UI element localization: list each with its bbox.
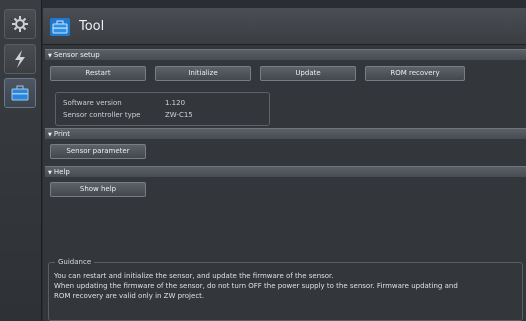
guidance-line-1: You can restart and initialize the senso… xyxy=(54,272,334,280)
collapse-arrow-icon: ▼ xyxy=(48,132,52,138)
rom-recovery-button[interactable]: ROM recovery xyxy=(365,66,465,81)
section-title: Print xyxy=(53,130,70,138)
guidance-box: Guidance You can restart and initialize … xyxy=(48,258,523,321)
guidance-title: Guidance xyxy=(55,258,95,266)
software-version-value: 1.120 xyxy=(165,99,186,107)
collapse-arrow-icon: ▼ xyxy=(48,53,52,59)
guidance-line-2: When updating the firmware of the sensor… xyxy=(54,282,458,290)
controller-type-row: Sensor controller type ZW-C15 xyxy=(63,111,193,119)
collapse-arrow-icon: ▼ xyxy=(48,170,52,176)
tool-panel: Tool ▼ Sensor setup Restart Initialize Up… xyxy=(43,8,526,321)
toolbox-icon xyxy=(50,18,70,36)
section-title: Sensor setup xyxy=(53,51,100,59)
guidance-line-3: ROM recovery are valid only in ZW projec… xyxy=(54,292,205,300)
controller-type-value: ZW-C15 xyxy=(165,111,193,119)
controller-type-label: Sensor controller type xyxy=(63,111,141,119)
gear-icon xyxy=(12,16,28,32)
sidebar-item-tool[interactable] xyxy=(4,78,36,108)
page-title: Tool xyxy=(79,19,105,34)
toolbox-icon xyxy=(11,85,29,101)
title-bar: Tool xyxy=(43,8,526,45)
software-version-row: Software version 1.120 xyxy=(63,99,185,107)
lightning-icon xyxy=(15,50,25,68)
sidebar-item-settings[interactable] xyxy=(4,9,36,39)
software-version-label: Software version xyxy=(63,99,122,107)
section-title: Help xyxy=(53,168,70,176)
left-sidebar xyxy=(0,0,42,321)
section-header-sensor-setup[interactable]: ▼ Sensor setup xyxy=(45,49,526,60)
sensor-parameter-button[interactable]: Sensor parameter xyxy=(50,144,146,159)
restart-button[interactable]: Restart xyxy=(50,66,146,81)
show-help-button[interactable]: Show help xyxy=(50,182,146,197)
guidance-divider xyxy=(93,262,518,263)
sensor-info-box: Software version 1.120 Sensor controller … xyxy=(55,92,270,126)
initialize-button[interactable]: Initialize xyxy=(155,66,251,81)
sidebar-item-power[interactable] xyxy=(4,44,36,74)
section-header-print[interactable]: ▼ Print xyxy=(45,128,526,139)
update-button[interactable]: Update xyxy=(260,66,356,81)
section-header-help[interactable]: ▼ Help xyxy=(45,166,526,177)
